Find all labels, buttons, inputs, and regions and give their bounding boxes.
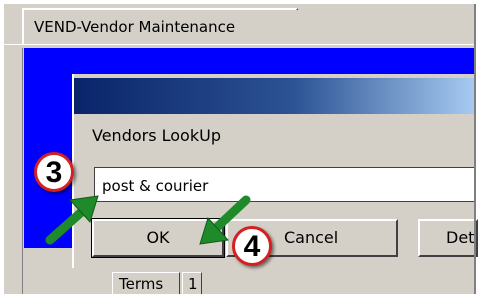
screenshot-frame: VEND-Vendor Maintenance Vendors LookUp O… bbox=[0, 0, 499, 307]
step-4-badge: 4 bbox=[232, 226, 272, 266]
step-3-badge: 3 bbox=[34, 152, 74, 192]
arrow-to-search-icon bbox=[45, 195, 99, 245]
